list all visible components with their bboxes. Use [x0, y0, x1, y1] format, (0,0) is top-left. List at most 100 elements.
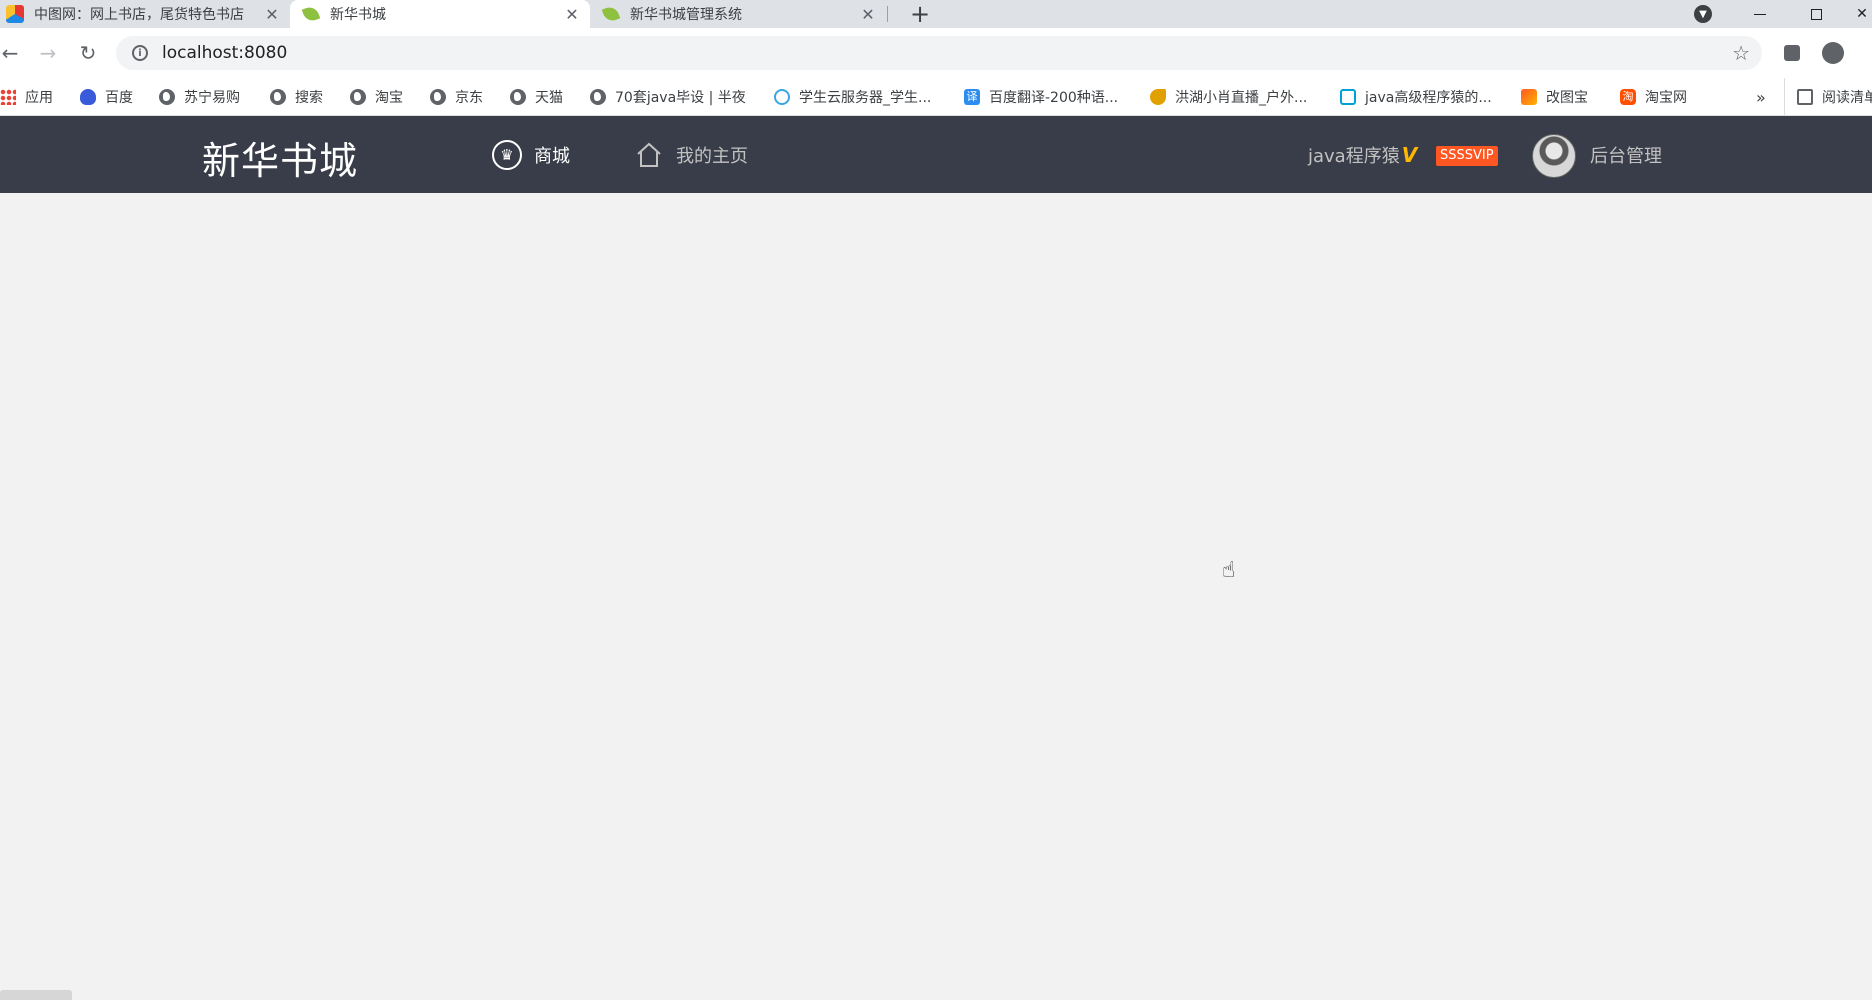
restore-icon: [1810, 8, 1822, 20]
bookmark-label: 应用: [25, 90, 53, 106]
bookmark-label: 洪湖小肖直播_户外...: [1175, 90, 1308, 106]
url-text[interactable]: localhost:8080: [162, 43, 287, 63]
profile-button[interactable]: [1819, 39, 1847, 67]
hand-cursor-icon: ☝: [1222, 558, 1236, 583]
globe-icon: [430, 89, 446, 105]
bookmark-baidu-translate[interactable]: 译 百度翻译-200种语...: [964, 78, 1118, 116]
bookmark-label: 搜索: [295, 90, 323, 106]
forward-button[interactable]: →: [34, 39, 62, 67]
bookmark-suning[interactable]: 苏宁易购: [159, 78, 240, 116]
browser-tab-xinhua[interactable]: 新华书城 ✕: [290, 0, 590, 28]
bookmark-tmall[interactable]: 天猫: [510, 78, 563, 116]
arrow-right-icon: →: [39, 41, 57, 65]
bookmark-apps[interactable]: 应用: [0, 78, 53, 116]
cloud-icon: [774, 89, 790, 105]
spring-leaf-favicon: [301, 4, 321, 24]
bookmark-label: 京东: [455, 90, 483, 106]
nav-item-label: 我的主页: [676, 145, 748, 167]
tab-search-button[interactable]: ▼: [1686, 0, 1720, 28]
extensions-button[interactable]: [1778, 39, 1806, 67]
browser-tab-zhongtu[interactable]: 中图网：网上书店，尾货特色书店 ✕: [0, 0, 290, 28]
browser-tab-strip: 中图网：网上书店，尾货特色书店 ✕ 新华书城 ✕ 新华书城管理系统 ✕ + ▼ …: [0, 0, 1872, 28]
gaitubao-icon: [1521, 89, 1537, 105]
bookmark-label: 改图宝: [1546, 90, 1588, 106]
bookmarks-overflow-button[interactable]: »: [1756, 78, 1766, 116]
reload-button[interactable]: ↻: [74, 39, 102, 67]
tab-title: 中图网：网上书店，尾货特色书店: [34, 7, 244, 23]
info-icon[interactable]: i: [132, 45, 148, 61]
avatar[interactable]: [1532, 134, 1576, 178]
bookmark-label: 淘宝: [375, 90, 403, 106]
profile-icon: [1822, 42, 1844, 64]
bookmark-label: java高级程序猿的...: [1365, 90, 1492, 106]
minimize-button[interactable]: [1740, 0, 1780, 28]
reading-list-label: 阅读清单: [1822, 90, 1872, 106]
bookmark-java-projects[interactable]: 70套java毕设 | 半夜: [590, 78, 746, 116]
globe-icon: [590, 89, 606, 105]
globe-icon: [159, 89, 175, 105]
bookmark-jd[interactable]: 京东: [430, 78, 483, 116]
browser-tab-admin[interactable]: 新华书城管理系统 ✕: [590, 0, 886, 28]
bookmark-label: 百度翻译-200种语...: [989, 90, 1119, 106]
nav-item-label: 商城: [534, 145, 570, 167]
zhongtu-favicon: [6, 5, 24, 23]
admin-link[interactable]: 后台管理: [1590, 116, 1662, 193]
minimize-icon: [1754, 13, 1766, 15]
window-close-button[interactable]: ✕: [1852, 0, 1872, 28]
baidu-translate-icon: 译: [964, 89, 980, 105]
new-tab-button[interactable]: +: [906, 0, 934, 28]
verified-v-icon: V: [1401, 142, 1418, 167]
back-button[interactable]: ←: [0, 39, 24, 67]
reading-list-button[interactable]: 阅读清单: [1784, 78, 1872, 116]
puzzle-icon: [1784, 45, 1800, 61]
bookmark-taobao[interactable]: 淘宝: [350, 78, 403, 116]
status-corner: [0, 990, 72, 1000]
globe-icon: [270, 89, 286, 105]
globe-icon: [510, 89, 526, 105]
spring-leaf-favicon: [601, 4, 621, 24]
user-menu[interactable]: java程序猿 V: [1308, 116, 1417, 193]
bookmark-taobao-net[interactable]: 淘 淘宝网: [1620, 78, 1687, 116]
chevron-down-icon: ▼: [1694, 5, 1712, 23]
bookmark-label: 苏宁易购: [184, 90, 240, 106]
bookmark-label: 天猫: [535, 90, 563, 106]
tab-title: 新华书城: [330, 7, 386, 23]
main-content: [0, 193, 1872, 1000]
bookmark-label: 淘宝网: [1645, 90, 1687, 106]
tab-title: 新华书城管理系统: [630, 7, 742, 23]
reading-list-icon: [1797, 89, 1813, 105]
close-icon: ✕: [1856, 6, 1868, 22]
close-icon[interactable]: ✕: [560, 5, 584, 24]
site-logo[interactable]: 新华书城: [202, 130, 358, 185]
bookmark-honghu-live[interactable]: 洪湖小肖直播_户外...: [1150, 78, 1307, 116]
site-header: 新华书城 ♛ 商城 我的主页 java程序猿 V SSSSVIP 后台管理: [0, 116, 1872, 193]
reload-icon: ↻: [79, 41, 97, 65]
star-icon[interactable]: ☆: [1732, 41, 1750, 65]
bookmarks-bar: 应用 百度 苏宁易购 搜索 淘宝 京东 天猫 70套java毕设 | 半夜 学生…: [0, 78, 1872, 116]
home-icon: [634, 140, 664, 170]
restore-button[interactable]: [1796, 0, 1836, 28]
baidu-paw-icon: [80, 89, 96, 105]
apps-grid-icon: [0, 89, 16, 105]
bookmark-student-cloud[interactable]: 学生云服务器_学生...: [774, 78, 931, 116]
bookmark-baidu[interactable]: 百度: [80, 78, 133, 116]
bookmark-label: 70套java毕设 | 半夜: [615, 90, 746, 106]
bilibili-tv-icon: [1340, 89, 1356, 105]
close-icon[interactable]: ✕: [260, 5, 284, 24]
arrow-left-icon: ←: [1, 41, 19, 65]
nav-item-my-home[interactable]: 我的主页: [634, 116, 748, 193]
bookmark-label: 百度: [105, 90, 133, 106]
globe-icon: [350, 89, 366, 105]
bookmark-search[interactable]: 搜索: [270, 78, 323, 116]
vip-badge: SSSSVIP: [1436, 146, 1498, 166]
bookmark-gaitubao[interactable]: 改图宝: [1521, 78, 1588, 116]
close-icon[interactable]: ✕: [856, 5, 880, 24]
address-bar[interactable]: i localhost:8080 ☆: [116, 36, 1762, 70]
bird-icon: [1150, 89, 1166, 105]
crown-icon: ♛: [492, 139, 522, 170]
browser-toolbar: ← → ↻ i localhost:8080 ☆: [0, 28, 1872, 78]
tab-separator: [887, 6, 888, 22]
nav-item-mall[interactable]: ♛ 商城: [492, 116, 570, 193]
user-name: java程序猿: [1308, 145, 1400, 167]
bookmark-bilibili[interactable]: java高级程序猿的...: [1340, 78, 1492, 116]
